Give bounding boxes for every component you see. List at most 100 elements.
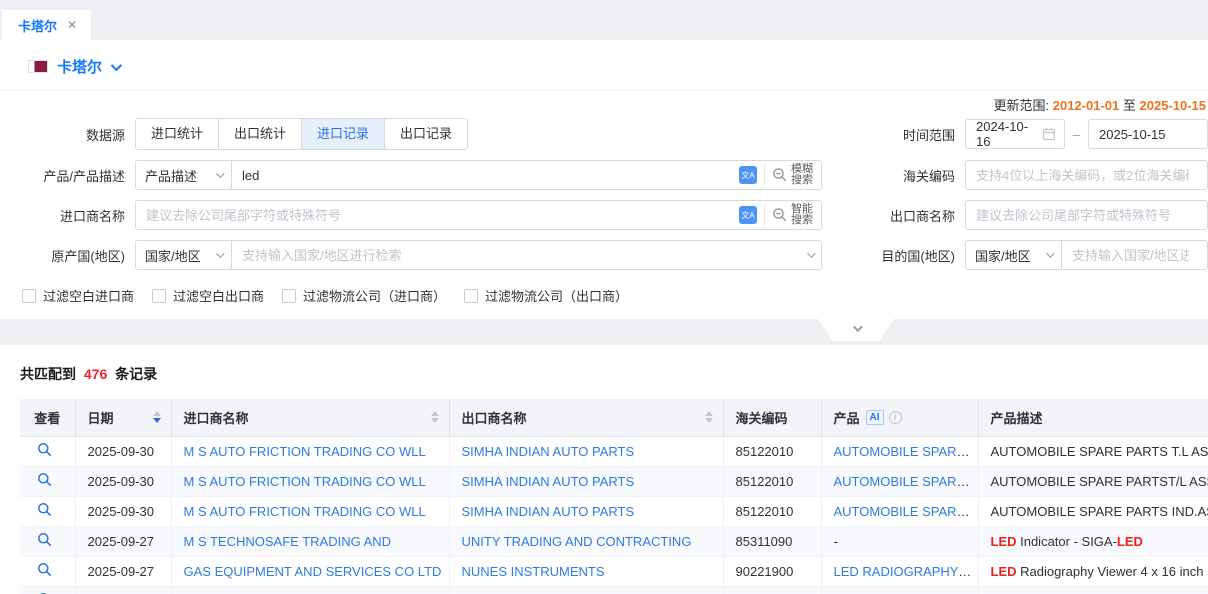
- cell-product-desc: AUTOMOBILE SPARE PARTS T.L ASSY ...: [978, 436, 1208, 466]
- cell-hs-code: 90221900: [723, 556, 821, 586]
- cell-view: [20, 526, 75, 556]
- product-label: 产品/产品描述: [0, 166, 135, 185]
- header-cell-content: 出口商名称: [462, 408, 723, 427]
- sort-control-exporter[interactable]: [705, 411, 713, 423]
- data-source-option[interactable]: 进口统计: [136, 119, 218, 149]
- chevron-down-icon[interactable]: [111, 59, 122, 70]
- filter-checkbox-item[interactable]: 过滤物流公司（出口商）: [464, 286, 628, 305]
- importer-link[interactable]: GAS EQUIPMENT AND SERVICES CO LTD: [184, 564, 442, 579]
- col-header-product-desc: 产品描述: [978, 399, 1208, 436]
- product-input[interactable]: [232, 162, 739, 188]
- product-link[interactable]: AUTOMOBILE SPARE P...: [834, 444, 979, 459]
- origin-select-value: 国家/地区: [145, 246, 201, 265]
- importer-link[interactable]: M S AUTO FRICTION TRADING CO WLL: [184, 504, 426, 519]
- smart-search-toggle[interactable]: 智能搜索: [772, 204, 813, 226]
- header-cell-content: 产品AIi: [834, 408, 978, 427]
- view-record-button[interactable]: [37, 562, 52, 577]
- origin-label: 原产国(地区): [0, 246, 135, 265]
- desc-text: AUTOMOBILE SPARE PARTS T.L ASSY ...: [991, 444, 1208, 459]
- smart-search-label: 智能搜索: [791, 204, 813, 226]
- importer-link[interactable]: M S AUTO FRICTION TRADING CO WLL: [184, 474, 426, 489]
- importer-link[interactable]: M S AUTO FRICTION TRADING CO WLL: [184, 444, 426, 459]
- checkbox[interactable]: [22, 289, 36, 303]
- sort-control-date[interactable]: [153, 411, 161, 423]
- cell-view: [20, 586, 75, 594]
- sort-control-importer[interactable]: [431, 411, 439, 423]
- filter-checkbox-item[interactable]: 过滤物流公司（进口商）: [282, 286, 446, 305]
- exporter-input[interactable]: [966, 202, 1199, 228]
- product-link[interactable]: AUTOMOBILE SPARE P...: [834, 504, 979, 519]
- filter-checkbox-item[interactable]: 过滤空白进口商: [22, 286, 134, 305]
- fuzzy-search-label: 模糊搜索: [791, 164, 813, 186]
- destination-search-input[interactable]: [1062, 242, 1199, 268]
- exporter-link[interactable]: UNITY TRADING AND CONTRACTING: [462, 534, 692, 549]
- exporter-link[interactable]: SIMHA INDIAN AUTO PARTS: [462, 444, 635, 459]
- product-link[interactable]: LED RADIOGRAPHY VI...: [834, 564, 979, 579]
- origin-search-input[interactable]: [232, 242, 807, 268]
- filter-checkbox-row: 过滤空白进口商过滤空白出口商过滤物流公司（进口商） 过滤物流公司（出口商）: [0, 286, 1208, 305]
- cell-product-desc: МЕБЛІ; ПОСТІЛЬНІ РЕЧІ, МАТРАЦИ,...: [978, 586, 1208, 594]
- column-label: 进口商名称: [184, 408, 249, 427]
- tab-qatar[interactable]: 卡塔尔 ✕: [2, 10, 91, 40]
- translate-icon[interactable]: 文A: [739, 166, 757, 184]
- cell-product: LED RADIOGRAPHY VI...: [821, 556, 978, 586]
- view-record-button[interactable]: [37, 472, 52, 487]
- update-range: 更新范围: 2012-01-01 至 2025-10-15: [0, 93, 1208, 118]
- checkbox[interactable]: [282, 289, 296, 303]
- header-cell-content: 海关编码: [736, 408, 821, 427]
- end-date-input[interactable]: 2025-10-15: [1088, 119, 1208, 149]
- desc-text: AUTOMOBILE SPARE PARTS IND.ASS...: [991, 504, 1208, 519]
- data-source-option[interactable]: 进口记录: [301, 119, 384, 149]
- divider: [764, 164, 765, 186]
- checkbox[interactable]: [464, 289, 478, 303]
- importer-input[interactable]: [136, 202, 739, 228]
- cell-product: -: [821, 526, 978, 556]
- cell-hs-code: 85122010: [723, 466, 821, 496]
- exporter-link[interactable]: SIMHA INDIAN AUTO PARTS: [462, 504, 635, 519]
- product-type-select[interactable]: 产品描述: [135, 160, 232, 190]
- col-header-date[interactable]: 日期: [75, 399, 171, 436]
- country-header: 卡塔尔: [0, 40, 1208, 91]
- exporter-label: 出口商名称: [822, 206, 965, 225]
- chevron-down-icon: [1046, 249, 1054, 257]
- cell-date: 2025-09-30: [75, 436, 171, 466]
- exporter-link[interactable]: NUNES INSTRUMENTS: [462, 564, 605, 579]
- data-source-option[interactable]: 出口统计: [218, 119, 301, 149]
- count-number: 476: [84, 366, 107, 382]
- info-icon[interactable]: i: [889, 411, 902, 424]
- search-minus-icon: [772, 167, 788, 183]
- hs-code-input[interactable]: [966, 162, 1199, 188]
- close-icon[interactable]: ✕: [67, 18, 77, 32]
- fuzzy-search-toggle[interactable]: 模糊搜索: [772, 164, 813, 186]
- filter-checkbox-item[interactable]: 过滤空白出口商: [152, 286, 264, 305]
- destination-country-select[interactable]: 国家/地区: [965, 240, 1062, 270]
- column-label: 出口商名称: [462, 408, 527, 427]
- product-link[interactable]: AUTOMOBILE SPARE P...: [834, 474, 979, 489]
- view-record-button[interactable]: [37, 532, 52, 547]
- collapse-filter-button[interactable]: [818, 319, 894, 341]
- importer-link[interactable]: M S TECHNOSAFE TRADING AND: [184, 534, 392, 549]
- start-date-value: 2024-10-16: [976, 119, 1042, 149]
- cell-hs-code: 9405423900: [723, 586, 821, 594]
- start-date-input[interactable]: 2024-10-16: [965, 119, 1065, 149]
- translate-icon[interactable]: 文A: [739, 206, 757, 224]
- update-range-start: 2012-01-01: [1053, 98, 1120, 113]
- exporter-link[interactable]: SIMHA INDIAN AUTO PARTS: [462, 474, 635, 489]
- cell-importer: M S AUTO FRICTION TRADING CO WLL: [171, 496, 449, 526]
- view-record-button[interactable]: [37, 502, 52, 517]
- view-record-button[interactable]: [37, 442, 52, 457]
- cell-view: [20, 556, 75, 586]
- collapse-band: [0, 319, 1208, 345]
- desc-text: LED: [991, 534, 1017, 549]
- importer-input-wrap: 文A 智能搜索: [135, 200, 822, 230]
- origin-country-select[interactable]: 国家/地区: [135, 240, 232, 270]
- col-header-importer[interactable]: 进口商名称: [171, 399, 449, 436]
- table-row: 2025-09-27GAS EQUIPMENT AND SERVICES CO …: [20, 556, 1208, 586]
- header-cell-content: 查看: [20, 408, 75, 427]
- checkbox[interactable]: [152, 289, 166, 303]
- data-source-option[interactable]: 出口记录: [384, 119, 467, 149]
- column-label: 产品描述: [991, 408, 1043, 427]
- ai-badge: AI: [866, 410, 884, 425]
- col-header-exporter[interactable]: 出口商名称: [449, 399, 723, 436]
- chevron-down-icon: [216, 249, 224, 257]
